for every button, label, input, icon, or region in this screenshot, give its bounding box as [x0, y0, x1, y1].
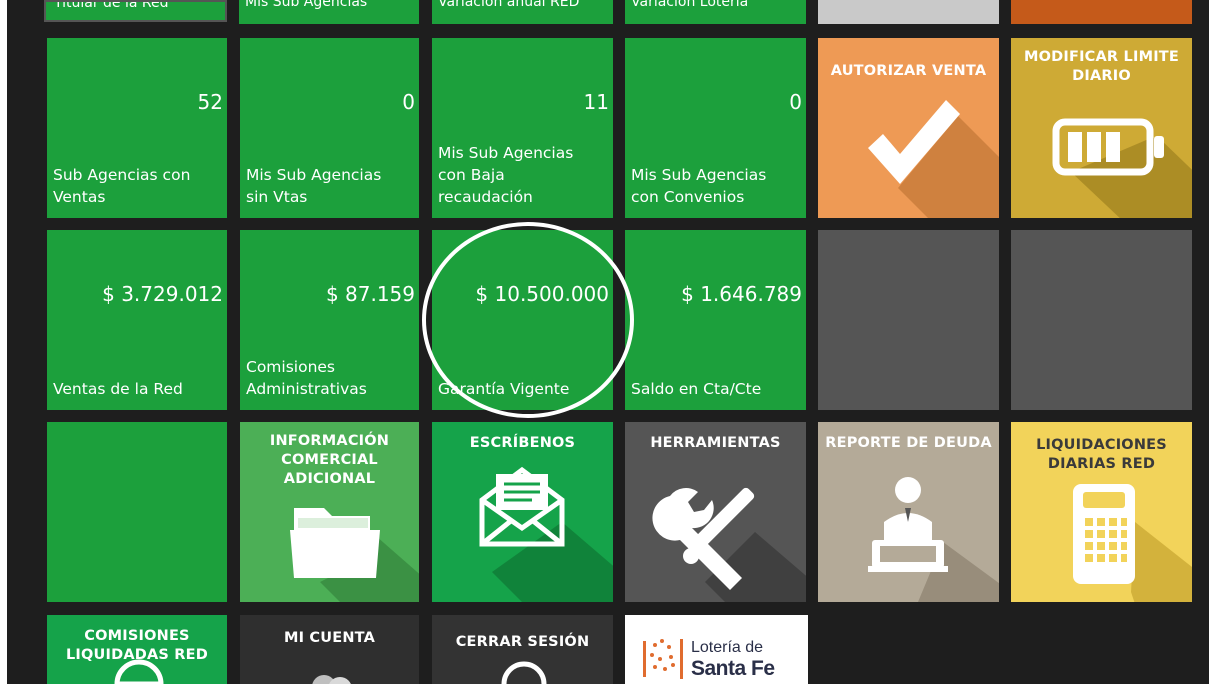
tile-label: Ventas de la Red: [53, 380, 183, 398]
tile-label: Titular de la Red: [54, 0, 169, 11]
tile-label: Mis Sub Agencias sin Vtas: [246, 166, 382, 206]
tile-value: $ 87.159: [325, 282, 415, 306]
tile-label: Mis Sub Agencias con Baja recaudación: [438, 144, 574, 206]
tile-value: $ 10.500.000: [475, 282, 609, 306]
tile-label: Mis Sub Agencias con Convenios: [631, 166, 767, 206]
tile-label: Comisiones Administrativas: [246, 358, 367, 398]
tile-title: ESCRÍBENOS: [469, 435, 576, 451]
logo-line1: Lotería de: [691, 639, 764, 656]
escribenos-button[interactable]: ESCRÍBENOS: [432, 422, 613, 602]
loteria-logo-icon: [643, 639, 683, 679]
screen: Titular de la Red Mis Sub Agencias Varia…: [0, 0, 1209, 684]
tile-ventas-red[interactable]: $ 3.729.012 Ventas de la Red: [47, 230, 227, 410]
tile-variacion-anual-red[interactable]: Variación anual RED: [432, 0, 613, 24]
tile-value: 0: [402, 90, 415, 114]
tile-comisiones-administrativas[interactable]: $ 87.159 Comisiones Administrativas: [240, 230, 419, 410]
autorizar-venta-button[interactable]: AUTORIZAR VENTA: [818, 38, 999, 218]
tile-value: 0: [789, 90, 802, 114]
tile-label: Sub Agencias con Ventas: [53, 166, 191, 206]
tile-value: 52: [197, 90, 223, 114]
tile-sub-agencias-sin-ventas[interactable]: 0 Mis Sub Agencias sin Vtas: [240, 38, 419, 218]
tile-label: Garantía Vigente: [438, 380, 570, 398]
cerrar-sesion-button[interactable]: CERRAR SESIÓN: [432, 615, 613, 684]
tile-variacion-loteria[interactable]: Variación Lotería: [625, 0, 806, 24]
tile-mis-sub-agencias[interactable]: Mis Sub Agencias: [239, 0, 419, 24]
user-icon: [312, 675, 351, 684]
tile-title: MI CUENTA: [283, 630, 376, 646]
tile-saldo-cta-cte[interactable]: $ 1.646.789 Saldo en Cta/Cte: [625, 230, 806, 410]
tile-garantia-vigente[interactable]: $ 10.500.000 Garantía Vigente: [432, 230, 613, 410]
tile-top-orange[interactable]: [1011, 0, 1192, 24]
logo-line2: Santa Fe: [691, 657, 775, 680]
tile-sub-agencias-con-ventas[interactable]: 52 Sub Agencias con Ventas: [47, 38, 227, 218]
tile-value: $ 3.729.012: [102, 282, 223, 306]
tile-label: Saldo en Cta/Cte: [631, 380, 762, 398]
loteria-santa-fe-logo: Lotería de Santa Fe: [625, 615, 808, 684]
herramientas-button[interactable]: HERRAMIENTAS: [625, 422, 806, 602]
tile-title: MODIFICAR LIMITE DIARIO: [1023, 49, 1180, 84]
tile-label: Variación Lotería: [631, 0, 749, 10]
tile-label: Mis Sub Agencias: [245, 0, 368, 10]
tile-title: CERRAR SESIÓN: [455, 634, 590, 650]
tile-title: AUTORIZAR VENTA: [830, 63, 987, 79]
reporte-deuda-button[interactable]: REPORTE DE DEUDA: [818, 422, 999, 602]
tile-title: COMISIONES LIQUIDADAS RED: [65, 628, 209, 663]
tile-value: $ 1.646.789: [681, 282, 802, 306]
tile-title: HERRAMIENTAS: [650, 435, 781, 451]
liquidaciones-button[interactable]: LIQUIDACIONES DIARIAS RED: [1011, 422, 1192, 602]
dashboard-grid: Titular de la Red Mis Sub Agencias Varia…: [7, 0, 1209, 684]
modificar-limite-button[interactable]: MODIFICAR LIMITE DIARIO: [1011, 38, 1192, 218]
tile-titular-red[interactable]: Titular de la Red: [44, 0, 227, 22]
comisiones-liquidadas-button[interactable]: COMISIONES LIQUIDADAS RED: [47, 615, 227, 684]
tile-blank-green[interactable]: [47, 422, 227, 602]
tile-sub-agencias-baja-recaudacion[interactable]: 11 Mis Sub Agencias con Baja recaudación: [432, 38, 613, 218]
tile-label: Variación anual RED: [438, 0, 580, 10]
tile-empty-2: [1011, 230, 1192, 410]
tile-top-gray[interactable]: [818, 0, 999, 24]
informacion-comercial-button[interactable]: INFORMACIÓN COMERCIAL ADICIONAL: [240, 422, 419, 602]
mi-cuenta-button[interactable]: MI CUENTA: [240, 615, 419, 684]
tile-title: REPORTE DE DEUDA: [825, 435, 992, 451]
tile-empty-1: [818, 230, 999, 410]
tile-value: 11: [583, 90, 609, 114]
tile-title: INFORMACIÓN COMERCIAL ADICIONAL: [269, 433, 390, 487]
tile-sub-agencias-convenios[interactable]: 0 Mis Sub Agencias con Convenios: [625, 38, 806, 218]
tile-title: LIQUIDACIONES DIARIAS RED: [1036, 437, 1167, 472]
